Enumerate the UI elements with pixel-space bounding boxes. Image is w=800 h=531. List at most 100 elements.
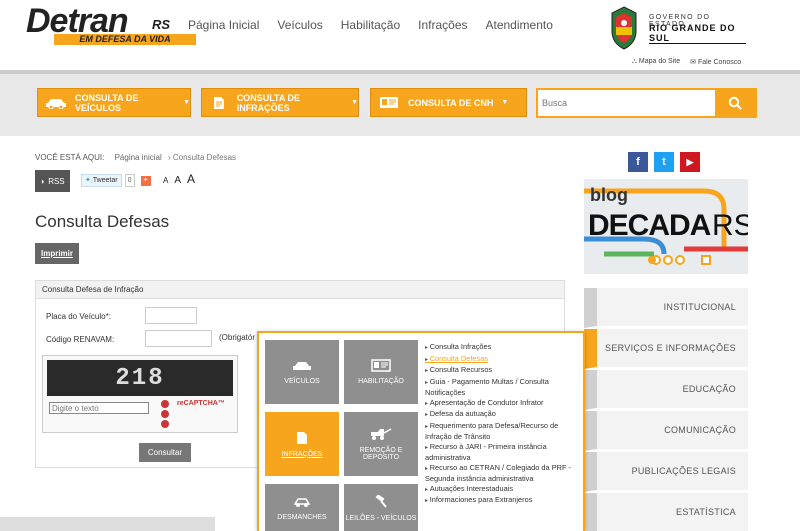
breadcrumb: VOCÊ ESTÁ AQUI: Página inicial › Consult…: [35, 153, 236, 162]
audio-icon[interactable]: [161, 410, 169, 418]
sidebar-item-comunicacao[interactable]: COMUNICAÇÃO: [584, 411, 748, 451]
menu-tile-leiloes[interactable]: LEILÕES - VEÍCULOS: [344, 484, 418, 531]
nav-infracoes[interactable]: Infrações: [418, 18, 467, 32]
placa-label: Placa do Veículo*:: [46, 312, 111, 321]
detran-logo[interactable]: Detran RS EM DEFESA DA VIDA: [26, 2, 196, 48]
rss-icon: ◗: [40, 176, 46, 186]
consultar-button[interactable]: Consultar: [139, 443, 191, 462]
consulta-cnh-button[interactable]: CONSULTA DE CNH ▼: [370, 88, 527, 117]
tweet-label: Tweetar: [92, 177, 118, 184]
chevron-down-icon: ▼: [501, 99, 509, 106]
consulta-infracoes-label: CONSULTA DE INFRAÇÕES: [236, 92, 301, 113]
consulta-veiculos-button[interactable]: CONSULTA DE VEÍCULOS ▼: [37, 88, 191, 117]
tile-label: DESMANCHES: [277, 514, 327, 521]
breadcrumb-separator: ›: [167, 153, 171, 162]
site-map-link[interactable]: ⛬ Mapa do Site: [632, 58, 680, 66]
blog-title-rs: RS: [712, 209, 748, 242]
font-size-controls: A A A: [163, 172, 195, 186]
car-icon: [293, 361, 311, 370]
recaptcha-logo: reCAPTCHA™: [177, 400, 225, 407]
menu-link-extranjeros[interactable]: Informaciones para Extranjeros: [425, 495, 575, 507]
gov-line-2: RIO GRANDE DO SUL: [649, 23, 746, 44]
captcha-input[interactable]: [49, 402, 149, 414]
print-button[interactable]: Imprimir: [35, 243, 79, 264]
menu-tile-habilitacao[interactable]: HABILITAÇÃO: [344, 340, 418, 404]
breadcrumb-current: Consulta Defesas: [172, 153, 237, 162]
font-medium-button[interactable]: A: [174, 175, 181, 186]
captcha-controls: [161, 400, 169, 428]
nav-atendimento[interactable]: Atendimento: [486, 18, 553, 32]
captcha-image: 218: [47, 360, 233, 396]
menu-link-consulta-recursos[interactable]: Consulta Recursos: [425, 365, 575, 377]
font-large-button[interactable]: A: [187, 172, 195, 186]
tile-label: REMOÇÃO E DEPÓSITO: [359, 447, 403, 461]
contact-label: Fale Conosco: [697, 59, 742, 66]
menu-link-condutor-infrator[interactable]: Apresentação de Condutor Infrator: [425, 398, 575, 410]
document-icon: [209, 96, 229, 110]
tile-label: INFRAÇÕES: [281, 450, 323, 458]
twitter-bird-icon: ✦: [85, 177, 91, 184]
menu-link-consulta-infracoes[interactable]: Consulta Infrações: [425, 342, 575, 354]
license-card-icon: [378, 96, 400, 110]
menu-link-guia-pagamento[interactable]: Guia - Pagamento Multas / Consulta Notif…: [425, 377, 575, 398]
menu-tile-infracoes[interactable]: INFRAÇÕES: [265, 412, 339, 476]
social-links: f t ▶: [628, 152, 700, 172]
blog-title: DECADA: [588, 209, 711, 242]
renavam-note: (Obrigatór: [219, 333, 256, 342]
menu-tile-veiculos[interactable]: VEÍCULOS: [265, 340, 339, 404]
breadcrumb-prefix: VOCÊ ESTÁ AQUI:: [35, 153, 105, 162]
recaptcha-widget: 218 reCAPTCHA™: [42, 355, 238, 433]
sitemap-icon: ⛬: [632, 58, 637, 65]
gavel-icon: [375, 495, 387, 508]
breadcrumb-home-link[interactable]: Página inicial: [115, 153, 162, 162]
consulta-veiculos-label: CONSULTA DE VEÍCULOS: [75, 92, 139, 113]
menu-link-autuacoes-interestaduais[interactable]: Autuações Interestaduais: [425, 484, 575, 496]
youtube-icon[interactable]: ▶: [680, 152, 700, 172]
sidebar-item-institucional[interactable]: INSTITUCIONAL: [584, 288, 748, 328]
rss-button[interactable]: ◗ RSS: [35, 170, 70, 192]
sidebar-item-servicos[interactable]: SERVIÇOS E INFORMAÇÕES: [584, 329, 748, 369]
tile-label: HABILITAÇÃO: [358, 378, 404, 385]
menu-link-recurso-jari[interactable]: Recurso à JARI - Primeira instância admi…: [425, 442, 575, 463]
logo-rs: RS: [152, 17, 171, 32]
sidebar-item-educacao[interactable]: EDUCAÇÃO: [584, 370, 748, 410]
refresh-icon[interactable]: [161, 400, 169, 408]
car-icon: [45, 96, 67, 110]
form-header: Consulta Defesa de Infração: [36, 281, 564, 299]
search-input[interactable]: [542, 95, 712, 111]
font-small-button[interactable]: A: [163, 176, 168, 185]
consulta-infracoes-button[interactable]: CONSULTA DE INFRAÇÕES ▼: [201, 88, 359, 117]
share-plus-button[interactable]: +: [140, 175, 151, 186]
contact-link[interactable]: ✉ Fale Conosco: [690, 58, 741, 66]
search-box: [536, 88, 757, 118]
menu-link-requerimento[interactable]: Requerimento para Defesa/Recurso de Infr…: [425, 421, 575, 442]
menu-tile-remocao[interactable]: REMOÇÃO E DEPÓSITO: [344, 412, 418, 476]
tweet-button[interactable]: ✦ Tweetar: [81, 174, 122, 187]
document-icon: [297, 431, 307, 444]
top-navigation: Página Inicial Veículos Habilitação Infr…: [188, 18, 553, 32]
nav-veiculos[interactable]: Veículos: [277, 18, 322, 32]
sidebar-item-publicacoes[interactable]: PUBLICAÇÕES LEGAIS: [584, 452, 748, 492]
nav-pagina-inicial[interactable]: Página Inicial: [188, 18, 259, 32]
state-crest-icon: [611, 6, 637, 50]
help-icon[interactable]: [161, 420, 169, 428]
share-tools: ✦ Tweetar 0 +: [81, 174, 151, 187]
quick-access-bar: CONSULTA DE VEÍCULOS ▼ CONSULTA DE INFRA…: [0, 74, 800, 136]
menu-tile-desmanches[interactable]: DESMANCHES: [265, 484, 339, 531]
menu-link-consulta-defesas[interactable]: Consulta Defesas: [425, 354, 575, 366]
sidebar-item-estatistica[interactable]: ESTATÍSTICA: [584, 493, 748, 531]
blog-banner[interactable]: blog DECADA RS: [584, 179, 748, 274]
search-button[interactable]: [715, 90, 755, 116]
utility-links: ⛬ Mapa do Site ✉ Fale Conosco: [632, 58, 741, 66]
blog-word: blog: [590, 185, 628, 205]
facebook-icon[interactable]: f: [628, 152, 648, 172]
license-card-icon: [371, 359, 391, 372]
placa-input[interactable]: [145, 307, 197, 324]
government-logo[interactable]: GOVERNO DO ESTADO RIO GRANDE DO SUL: [606, 5, 746, 53]
menu-link-recurso-cetran[interactable]: Recurso ao CETRAN / Colegiado da PRF - S…: [425, 463, 575, 484]
renavam-input[interactable]: [145, 330, 212, 347]
search-icon: [728, 96, 742, 110]
nav-habilitacao[interactable]: Habilitação: [341, 18, 400, 32]
menu-link-defesa-autuacao[interactable]: Defesa da autuação: [425, 409, 575, 421]
twitter-icon[interactable]: t: [654, 152, 674, 172]
